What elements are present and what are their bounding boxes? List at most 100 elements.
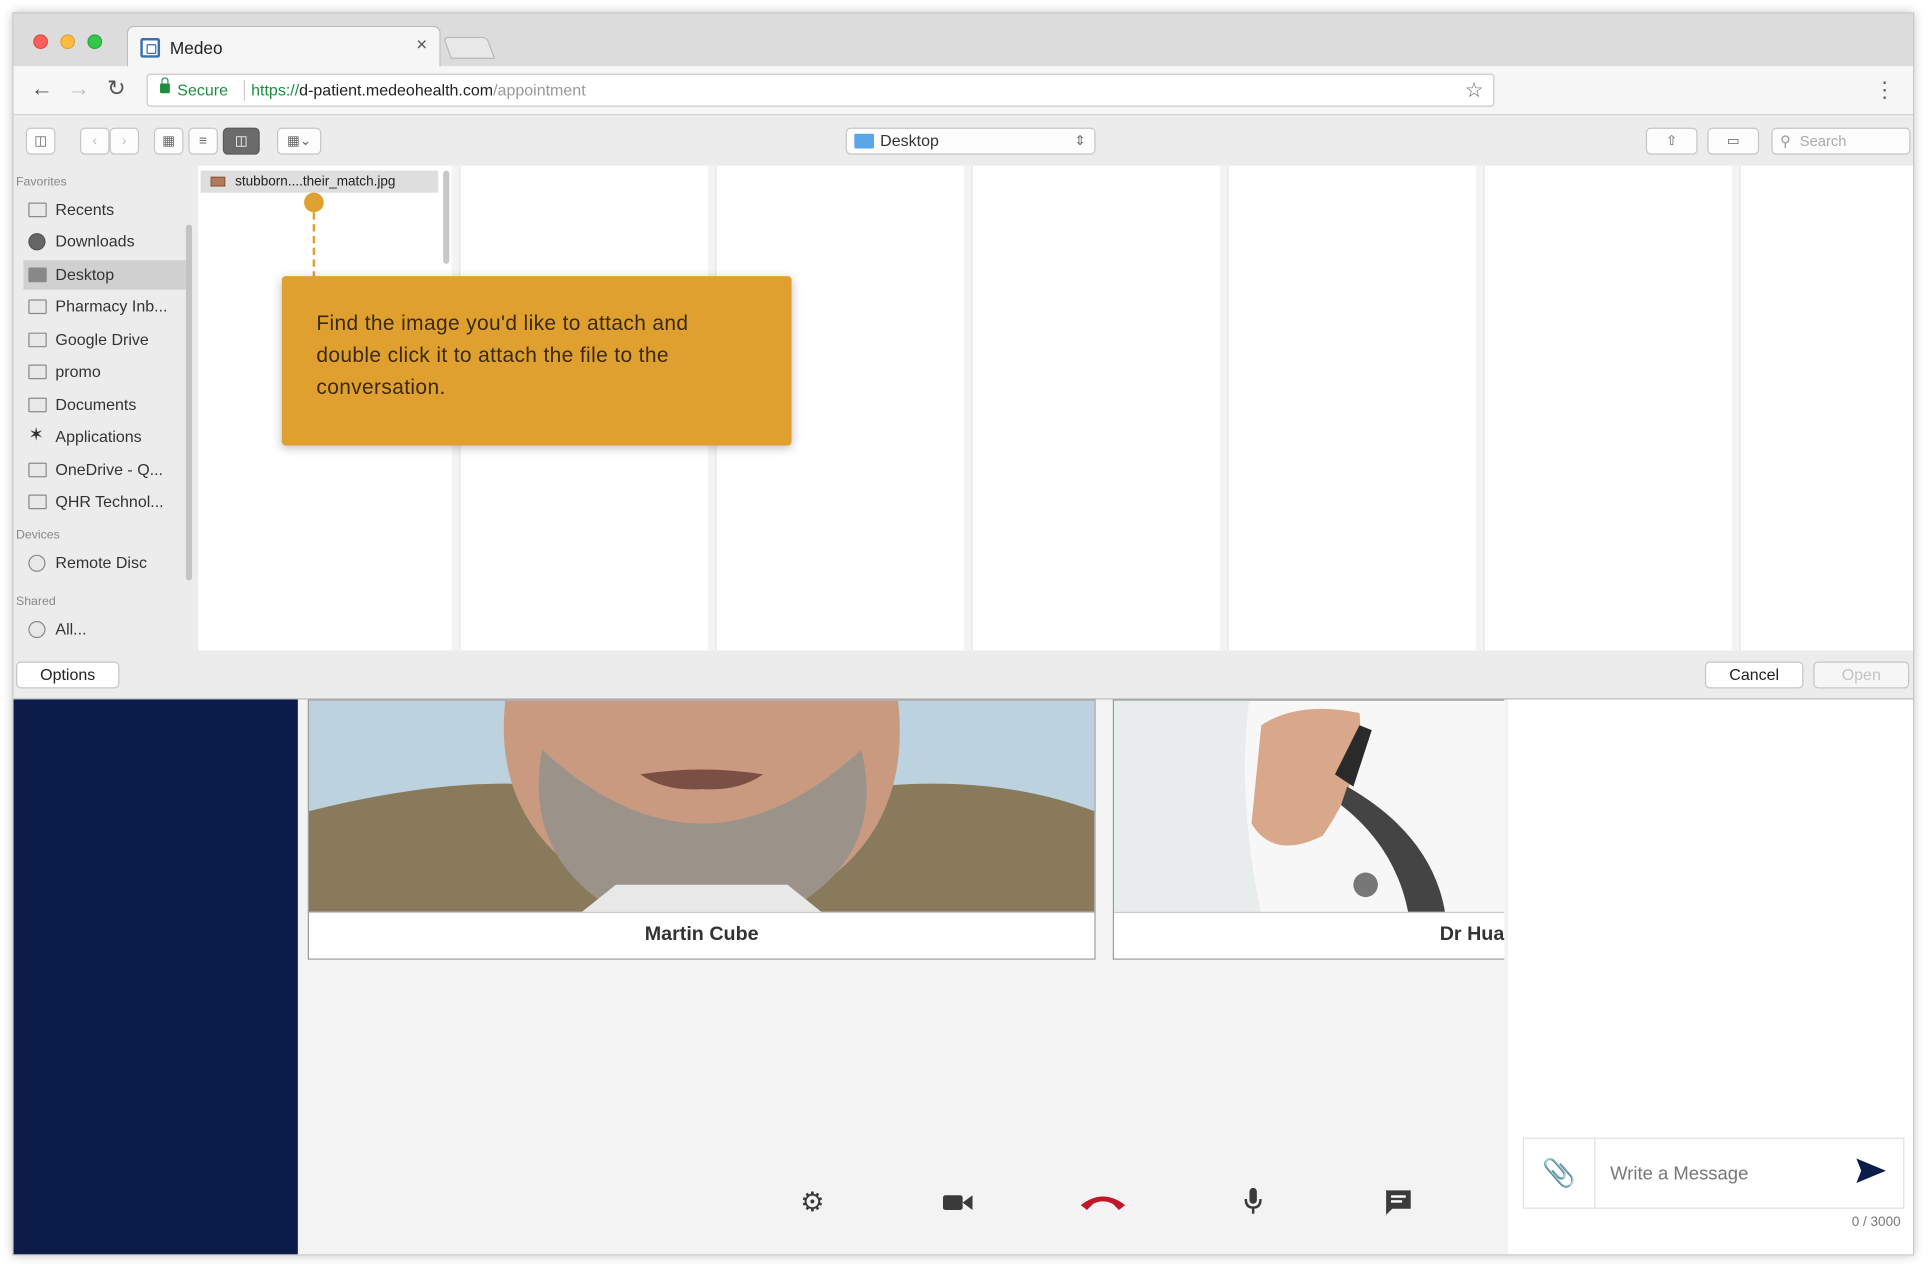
folder-icon <box>28 494 47 510</box>
sidebar-item-desktop[interactable]: Desktop <box>23 260 186 290</box>
search-icon: ⚲ <box>1780 132 1791 150</box>
sidebar-scrollbar[interactable] <box>185 224 193 581</box>
documents-icon <box>28 397 47 413</box>
back-arrow-icon[interactable]: ← <box>31 76 53 102</box>
column-scrollbar[interactable] <box>443 170 450 264</box>
downloads-icon <box>28 233 46 251</box>
sidebar-item-downloads[interactable]: Downloads <box>23 227 185 256</box>
gallery-view-icon[interactable]: ▦⌄ <box>276 127 322 155</box>
close-window-button[interactable] <box>33 34 49 50</box>
browser-menu-icon[interactable]: ⋮ <box>1874 77 1896 103</box>
column-view-icon[interactable]: ◫ <box>222 127 260 155</box>
location-dropdown[interactable]: Desktop ⇕ <box>845 127 1096 155</box>
url-text[interactable]: https://d-patient.medeohealth.com/appoin… <box>251 75 586 106</box>
finder-sidebar: Favorites Recents Downloads Desktop Phar… <box>13 165 196 651</box>
sidebar-item-label: All... <box>55 619 87 639</box>
desktop-icon <box>28 267 47 283</box>
share-icon[interactable]: ⇧ <box>1645 127 1698 155</box>
sidebar-item-label: Pharmacy Inb... <box>55 296 168 316</box>
minimize-window-button[interactable] <box>60 34 76 50</box>
sidebar-item-documents[interactable]: Documents <box>23 390 185 419</box>
message-composer: 📎 <box>1522 1137 1905 1209</box>
disc-icon <box>28 554 46 572</box>
sidebar-item-shared-all[interactable]: All... <box>23 615 185 644</box>
forward-chevron-icon[interactable]: › <box>109 127 140 155</box>
sidebar-item-promo[interactable]: promo <box>23 357 185 386</box>
sidebar-item-label: QHR Technol... <box>55 492 164 511</box>
sidebar-item-qhr[interactable]: QHR Technol... <box>23 487 185 516</box>
callout-pointer-dot <box>304 192 324 213</box>
back-chevron-icon[interactable]: ‹ <box>80 127 110 155</box>
list-view-icon[interactable]: ≡ <box>188 127 218 155</box>
sidebar-item-recents[interactable]: Recents <box>23 195 185 224</box>
tab-close-icon[interactable]: × <box>416 34 427 55</box>
address-bar[interactable]: Secure https://d-patient.medeohealth.com… <box>146 73 1495 107</box>
tag-icon[interactable]: ▭ <box>1707 127 1760 155</box>
reload-icon[interactable]: ↻ <box>107 76 126 102</box>
medeo-favicon-icon <box>140 38 161 58</box>
location-label: Desktop <box>880 131 939 150</box>
url-path: /appointment <box>493 80 586 100</box>
url-scheme: https:// <box>251 80 300 100</box>
url-separator <box>243 79 245 101</box>
column-separator <box>1227 165 1229 651</box>
column-separator <box>1739 165 1741 651</box>
chevron-updown-icon: ⇕ <box>1074 133 1086 149</box>
secure-label: Secure <box>177 80 228 100</box>
cancel-button[interactable]: Cancel <box>1704 661 1804 689</box>
options-button[interactable]: Options <box>16 661 120 689</box>
network-icon <box>28 620 46 639</box>
browser-tab[interactable]: Medeo × <box>126 25 441 68</box>
column-divider[interactable] <box>1732 165 1740 651</box>
desktop-folder-icon <box>854 133 875 149</box>
settings-gear-icon[interactable]: ⚙ <box>793 1183 832 1222</box>
sidebar-item-label: Google Drive <box>55 330 149 349</box>
column-divider[interactable] <box>963 165 972 651</box>
open-button[interactable]: Open <box>1813 661 1910 689</box>
sidebar-item-label: Recents <box>55 200 115 219</box>
icon-view-icon[interactable]: ▦ <box>153 127 184 155</box>
file-name: stubborn....their_match.jpg <box>235 174 396 189</box>
sidebar-item-google-drive[interactable]: Google Drive <box>23 325 185 354</box>
devices-header: Devices <box>16 528 60 543</box>
sidebar-item-label: Downloads <box>55 231 135 251</box>
column-divider[interactable] <box>1475 165 1484 651</box>
sidebar-item-onedrive[interactable]: OneDrive - Q... <box>23 455 185 484</box>
hang-up-icon[interactable] <box>1076 1183 1130 1222</box>
lock-icon <box>160 77 170 94</box>
sidebar-item-label: OneDrive - Q... <box>55 460 164 479</box>
callout-dashed-line <box>312 212 316 279</box>
folder-icon <box>28 332 47 348</box>
message-input[interactable] <box>1610 1158 1832 1188</box>
doctor-video-feed <box>1114 700 1505 915</box>
file-item[interactable]: stubborn....their_match.jpg <box>200 170 439 193</box>
favorites-header: Favorites <box>16 175 67 189</box>
tutorial-callout: Find the image you'd like to attach and … <box>281 276 792 446</box>
send-arrow-icon[interactable] <box>1856 1158 1886 1187</box>
sidebar-item-label: Desktop <box>55 265 115 284</box>
sidebar-item-pharmacy[interactable]: Pharmacy Inb... <box>23 292 185 321</box>
video-call-area: Martin Cube Dr Hua ⚙ <box>297 699 1508 1255</box>
forward-arrow-icon[interactable]: → <box>68 76 90 102</box>
chat-panel: 📎 0 / 3000 <box>1507 699 1913 1255</box>
call-controls: ⚙ <box>298 1178 1508 1227</box>
tab-title: Medeo <box>169 38 223 58</box>
sidebar-item-applications[interactable]: ✶ Applications <box>23 422 185 451</box>
paperclip-attach-icon[interactable]: 📎 <box>1524 1138 1596 1208</box>
sidebar-toggle-icon[interactable]: ◫ <box>25 127 56 155</box>
maximize-window-button[interactable] <box>87 34 103 50</box>
chat-bubble-icon[interactable] <box>1379 1183 1418 1222</box>
browser-toolbar: ← → ↻ Secure https://d-patient.medeoheal… <box>13 66 1913 116</box>
bookmark-star-icon[interactable]: ☆ <box>1465 75 1484 106</box>
new-tab-button[interactable] <box>442 36 496 59</box>
finder-search-input[interactable]: ⚲ Search <box>1771 127 1911 155</box>
camera-icon[interactable] <box>938 1183 977 1222</box>
sidebar-item-remote-disc[interactable]: Remote Disc <box>23 549 185 578</box>
sidebar-item-label: Applications <box>55 427 142 446</box>
applications-icon: ✶ <box>28 424 44 446</box>
column-separator <box>971 165 973 651</box>
shared-header: Shared <box>16 595 56 609</box>
column-divider[interactable] <box>1219 165 1228 651</box>
microphone-icon[interactable] <box>1233 1183 1272 1222</box>
patient-video-feed <box>308 700 1095 915</box>
